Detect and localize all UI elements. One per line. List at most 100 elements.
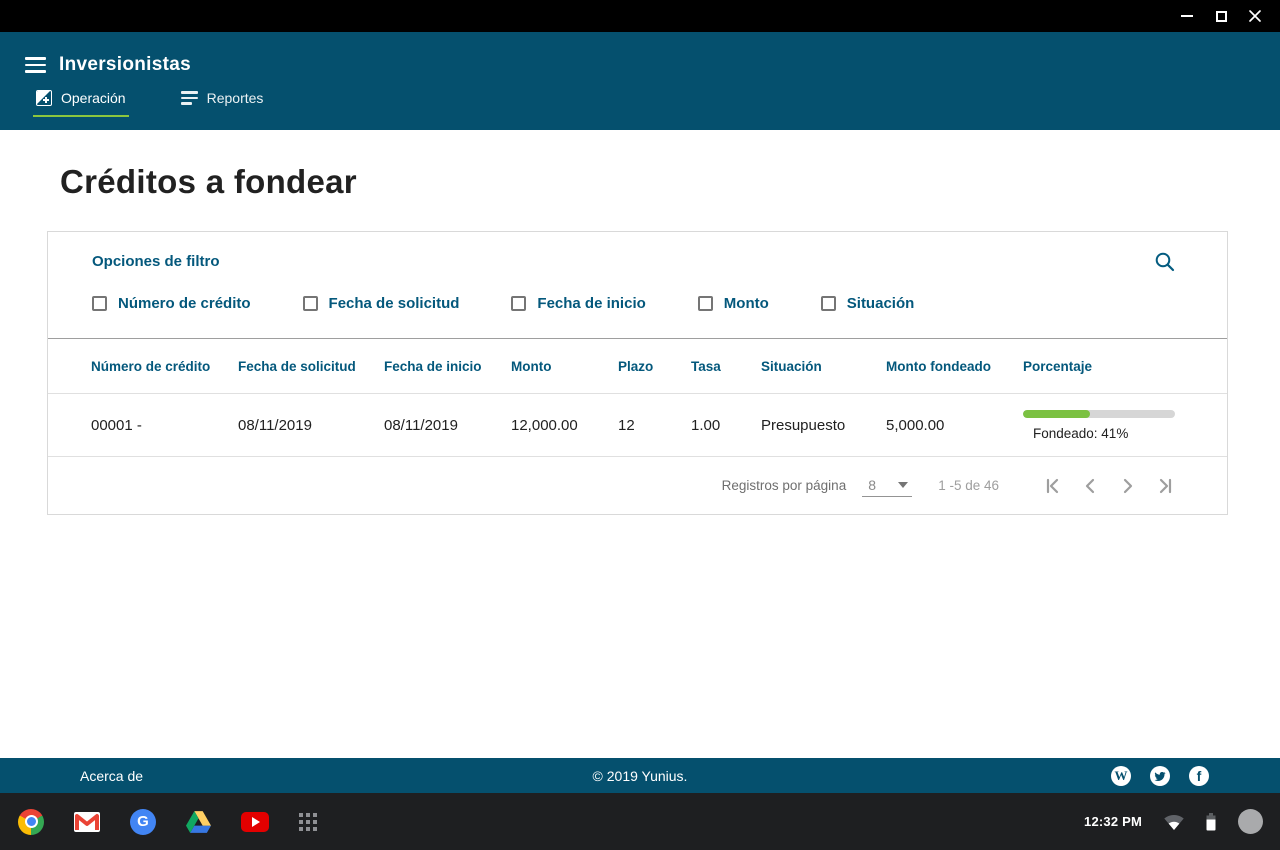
funding-progress-label: Fondeado: 41% — [1033, 426, 1175, 441]
credits-card: Opciones de filtro Número de crédito Fec… — [47, 231, 1228, 515]
wordpress-button[interactable]: W — [1111, 766, 1131, 786]
pagination-nav — [1043, 477, 1175, 495]
app-launcher-button[interactable] — [299, 813, 317, 831]
exposure-icon — [36, 90, 52, 106]
close-icon — [1248, 9, 1262, 23]
maximize-icon — [1216, 11, 1227, 22]
column-header: Monto fondeado — [886, 359, 1023, 374]
hamburger-menu-button[interactable] — [25, 57, 46, 73]
column-header: Plazo — [618, 359, 691, 374]
filter-option-label: Situación — [847, 295, 915, 312]
youtube-app-button[interactable] — [241, 812, 269, 832]
tab-reportes-label: Reportes — [207, 90, 264, 106]
social-links: W f — [1111, 766, 1209, 786]
apps-grid-icon — [299, 813, 317, 831]
drive-app-button[interactable] — [186, 811, 211, 833]
checkbox-fecha-de-inicio[interactable] — [511, 296, 526, 311]
filter-option-label: Monto — [724, 295, 769, 312]
next-page-button[interactable] — [1119, 477, 1137, 495]
avatar[interactable] — [1238, 809, 1263, 834]
funding-progress-fill — [1023, 410, 1090, 418]
gmail-icon — [74, 812, 100, 832]
google-icon: G — [130, 809, 156, 835]
filter-option-monto[interactable]: Monto — [698, 295, 769, 312]
maximize-button[interactable] — [1204, 3, 1238, 29]
wifi-icon — [1164, 814, 1184, 830]
taskbar-apps: G — [18, 809, 317, 835]
copyright-text: © 2019 Yunius. — [593, 768, 688, 784]
tab-operacion-label: Operación — [61, 90, 126, 106]
battery-icon — [1206, 813, 1216, 831]
previous-page-icon — [1081, 477, 1099, 495]
search-icon — [1154, 251, 1176, 273]
checkbox-situacion[interactable] — [821, 296, 836, 311]
records-per-page-select[interactable]: 8 — [862, 475, 912, 497]
cell-situacion: Presupuesto — [761, 417, 886, 434]
google-app-button[interactable]: G — [130, 809, 156, 835]
filter-option-fecha-de-solicitud[interactable]: Fecha de solicitud — [303, 295, 460, 312]
tab-reportes[interactable]: Reportes — [178, 86, 267, 117]
pagination-range-label: 1 -5 de 46 — [938, 478, 999, 493]
search-button[interactable] — [1152, 249, 1178, 275]
close-button[interactable] — [1238, 3, 1272, 29]
about-link[interactable]: Acerca de — [80, 768, 143, 784]
table-header-row: Número de crédito Fecha de solicitud Fec… — [48, 339, 1227, 393]
chrome-app-button[interactable] — [18, 809, 44, 835]
footer: Acerca de © 2019 Yunius. W f — [0, 758, 1280, 793]
app-header: Inversionistas Operación Reportes — [0, 32, 1280, 130]
last-page-button[interactable] — [1157, 477, 1175, 495]
column-header: Fecha de inicio — [384, 359, 511, 374]
page-title: Créditos a fondear — [60, 163, 1280, 201]
twitter-icon — [1154, 770, 1166, 782]
filter-option-label: Número de crédito — [118, 295, 251, 312]
drive-icon — [186, 811, 211, 833]
notes-icon — [181, 91, 198, 104]
tab-bar: Operación Reportes — [0, 86, 1280, 117]
column-header: Fecha de solicitud — [238, 359, 384, 374]
checkbox-fecha-de-solicitud[interactable] — [303, 296, 318, 311]
filter-section: Opciones de filtro Número de crédito Fec… — [48, 232, 1227, 338]
main-content: Créditos a fondear Opciones de filtro Nú… — [0, 163, 1280, 515]
cell-porcentaje: Fondeado: 41% — [1023, 410, 1175, 441]
column-header: Número de crédito — [91, 359, 238, 374]
facebook-button[interactable]: f — [1189, 766, 1209, 786]
app-title: Inversionistas — [59, 54, 191, 76]
system-tray[interactable]: 12:32 PM — [1084, 809, 1263, 834]
filter-option-fecha-de-inicio[interactable]: Fecha de inicio — [511, 295, 645, 312]
minimize-icon — [1181, 15, 1193, 17]
column-header: Situación — [761, 359, 886, 374]
taskbar: G 12:32 PM — [0, 793, 1280, 850]
chevron-down-icon — [898, 482, 908, 488]
filter-options-row: Número de crédito Fecha de solicitud Fec… — [92, 295, 1183, 312]
filter-option-numero-de-credito[interactable]: Número de crédito — [92, 295, 251, 312]
minimize-button[interactable] — [1170, 3, 1204, 29]
first-page-button[interactable] — [1043, 477, 1061, 495]
checkbox-numero-de-credito[interactable] — [92, 296, 107, 311]
cell-fecha-inicio: 08/11/2019 — [384, 417, 511, 434]
cell-numero-credito: 00001 - — [91, 417, 238, 434]
clock: 12:32 PM — [1084, 814, 1142, 829]
facebook-icon: f — [1197, 769, 1202, 783]
previous-page-button[interactable] — [1081, 477, 1099, 495]
first-page-icon — [1043, 477, 1061, 495]
funding-progress-bar — [1023, 410, 1175, 418]
twitter-button[interactable] — [1150, 766, 1170, 786]
window-titlebar — [0, 0, 1280, 32]
gmail-app-button[interactable] — [74, 812, 100, 832]
chrome-icon — [18, 809, 44, 835]
cell-monto-fondeado: 5,000.00 — [886, 417, 1023, 434]
filter-title: Opciones de filtro — [92, 253, 1183, 270]
filter-option-situacion[interactable]: Situación — [821, 295, 915, 312]
records-per-page-label: Registros por página — [722, 478, 847, 493]
records-per-page-value: 8 — [868, 477, 876, 493]
youtube-icon — [241, 812, 269, 832]
tab-operacion[interactable]: Operación — [33, 86, 129, 117]
cell-monto: 12,000.00 — [511, 417, 618, 434]
cell-tasa: 1.00 — [691, 417, 761, 434]
checkbox-monto[interactable] — [698, 296, 713, 311]
table-row[interactable]: 00001 - 08/11/2019 08/11/2019 12,000.00 … — [48, 393, 1227, 456]
filter-option-label: Fecha de solicitud — [329, 295, 460, 312]
column-header: Porcentaje — [1023, 359, 1175, 374]
last-page-icon — [1157, 477, 1175, 495]
next-page-icon — [1119, 477, 1137, 495]
